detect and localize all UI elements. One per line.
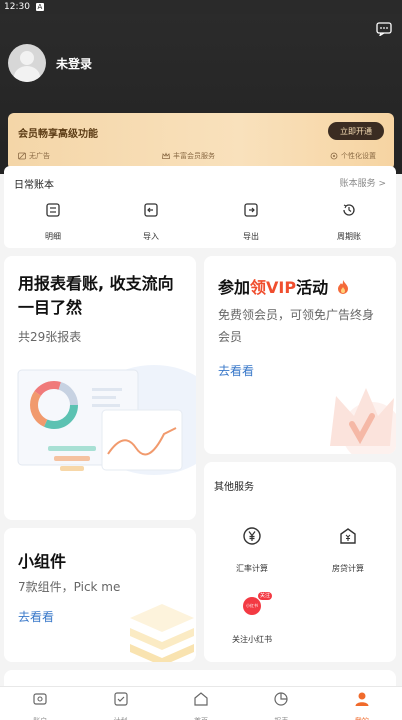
fire-icon [337,280,348,294]
yen-icon [243,527,261,545]
report-icon [274,692,289,706]
tab-home[interactable]: 首页 [161,687,241,720]
me-icon [355,692,369,706]
activate-vip-button[interactable]: 立即开通 [328,122,384,140]
report-card-subtitle: 共29张报表 [18,330,82,344]
report-illustration [17,365,196,475]
message-icon[interactable] [376,22,392,36]
daily-ledger-title: 日常账本 [14,180,54,191]
house-icon [340,528,356,544]
crown-icon [162,152,170,159]
widget-card-link[interactable]: 去看看 [18,608,54,625]
service-exchange-rate[interactable]: 汇率计算 [212,526,292,575]
profile-header: 未登录 会员畅享高级功能 立即开通 无广告 丰富会员服务 个性化设置 [0,14,402,174]
other-services-title: 其他服务 [214,482,254,493]
vip-promo-link[interactable]: 去看看 [218,362,254,379]
home-icon [194,692,208,706]
export-icon [244,203,258,217]
follow-badge: 关注 [257,592,272,600]
daily-item-export[interactable]: 导出 [226,202,276,243]
service-xiaohongshu[interactable]: 小红书 关注 关注小红书 [212,592,292,646]
ledger-services-link[interactable]: 账本服务 > [340,176,386,189]
vip-feature-personalize: 个性化设置 [330,151,376,161]
account-icon [33,693,47,705]
daily-item-details[interactable]: 明细 [28,202,78,243]
crown-decoration-icon [330,388,396,454]
plan-icon [114,692,128,706]
report-card-title: 用报表看账, 收支流向一目了然 [18,274,174,317]
daily-item-periodic[interactable]: 周期账 [324,202,374,243]
service-mortgage[interactable]: 房贷计算 [308,526,388,575]
xiaohongshu-icon: 小红书 关注 [240,592,272,617]
stack-decoration-icon [130,604,194,662]
status-time: 12:30 [4,2,30,12]
no-ads-icon [18,152,26,160]
tab-account[interactable]: 账户 [0,687,80,720]
list-icon [46,203,60,217]
vip-banner-title: 会员畅享高级功能 [18,129,98,140]
settings-icon [330,152,338,160]
widget-card-title: 小组件 [18,552,67,571]
vip-promo-title: 参加领VIP活动 [218,274,350,298]
username-label[interactable]: 未登录 [56,55,92,72]
status-bar: 12:30 A [0,0,402,14]
other-services-panel: 其他服务 汇率计算 房贷计算 小红书 关注 关注小红书 [204,462,396,662]
sim-icon: A [35,3,44,11]
tab-me[interactable]: 我的 [322,687,402,720]
daily-item-import[interactable]: 导入 [126,202,176,243]
import-icon [144,203,158,217]
widget-card-subtitle: 7款组件，Pick me [18,580,121,594]
avatar[interactable] [8,44,46,82]
widget-card[interactable]: 小组件 7款组件，Pick me 去看看 [4,528,196,662]
vip-feature-no-ads: 无广告 [18,151,50,161]
bottom-tab-bar: 账户 计划 首页 报表 我的 [0,686,402,720]
vip-promo-subtitle: 免费领会员，可领免广告终身会员 [218,308,375,344]
tab-report[interactable]: 报表 [241,687,321,720]
daily-ledger-panel: 日常账本 账本服务 > 明细 导入 导出 周期账 [4,166,396,248]
tab-plan[interactable]: 计划 [80,687,160,720]
cycle-clock-icon [343,204,355,216]
vip-promo-card[interactable]: 参加领VIP活动 免费领会员，可领免广告终身会员 去看看 [204,256,396,454]
report-card[interactable]: 用报表看账, 收支流向一目了然 共29张报表 [4,256,196,520]
vip-feature-services: 丰富会员服务 [162,151,215,161]
vip-banner[interactable]: 会员畅享高级功能 立即开通 无广告 丰富会员服务 个性化设置 [8,113,394,170]
